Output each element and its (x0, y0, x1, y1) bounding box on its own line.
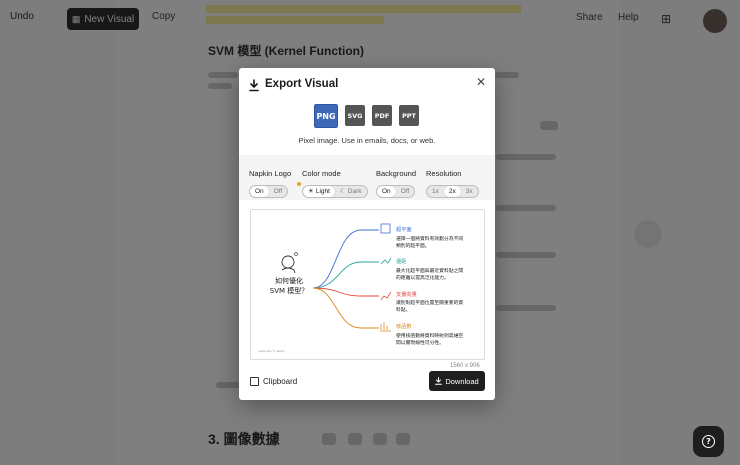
color-mode-toggle: ☀ Light ☾ Dark (302, 184, 368, 198)
color-mode-light-label: Light (315, 187, 330, 195)
color-mode-label: Color mode (302, 169, 341, 178)
branch-connector (312, 229, 379, 289)
branch-description: 選擇一個將資料有效劃分為不同 (396, 235, 463, 242)
branch-description: 料點。 (396, 306, 410, 313)
branch-description: 的距離以提高泛化能力。 (396, 274, 449, 281)
download-icon (249, 79, 259, 92)
color-mode-option: Color mode ☀ Light ☾ Dark (302, 169, 368, 198)
clipboard-icon (250, 376, 259, 386)
resolution-label: Resolution (426, 169, 462, 178)
branch-title: 邊距 (396, 257, 406, 265)
napkin-logo-on[interactable]: On (250, 186, 269, 197)
branch-description: 類別的超平面。 (396, 242, 430, 249)
format-selector: PNG SVG PDF PPT (313, 103, 419, 129)
color-mode-dark-label: Dark (347, 187, 362, 195)
resolution-selector: 1x 2x 3x (426, 185, 479, 198)
thinking-person-icon (281, 252, 298, 274)
export-dimensions: 1560 x 906 (450, 363, 480, 369)
color-mode-light[interactable]: ☀ Light (303, 185, 335, 197)
export-preview: 如何優化 SVM 模型？ 超平面 選擇一個將資料有效劃分為不同 類別的超平面。 … (250, 209, 485, 360)
napkin-logo-option: Napkin Logo On Off (249, 169, 301, 198)
download-button[interactable]: Download (429, 371, 485, 391)
resolution-3x[interactable]: 3x (461, 186, 478, 197)
pro-badge-icon (297, 182, 301, 186)
napkin-watermark: made with ✎ napkin (258, 349, 285, 353)
resolution-1x[interactable]: 1x (427, 186, 444, 197)
plane-icon (380, 223, 391, 234)
resolution-2x[interactable]: 2x (443, 186, 461, 197)
margin-icon (380, 257, 392, 265)
clipboard-button[interactable]: Clipboard (250, 375, 297, 387)
branch-title: 超平面 (396, 225, 412, 233)
download-icon (435, 377, 443, 385)
branch-description: 使用核函數將資料映射到高維空 (396, 332, 463, 339)
dialog-title: Export Visual (265, 78, 339, 90)
napkin-logo-toggle: On Off (249, 185, 289, 198)
question-icon: ? (702, 435, 715, 448)
format-description: Pixel image. Use in emails, docs, or web… (298, 136, 436, 145)
napkin-logo-off[interactable]: Off (269, 186, 288, 197)
background-label: Background (376, 169, 417, 178)
center-title-line2: SVM 模型？ (270, 286, 309, 295)
center-title-line1: 如何優化 (275, 276, 303, 285)
resolution-option: Resolution 1x 2x 3x (426, 169, 479, 198)
branch-title: 支援向量 (396, 290, 417, 298)
background-toggle: On Off (376, 185, 416, 198)
branch-title: 核函數 (396, 322, 412, 330)
background-on[interactable]: On (377, 186, 396, 197)
export-visual-dialog: Export Visual ✕ PNG SVG PDF PPT Pixel im… (239, 68, 495, 400)
branch-description: 最大化超平面與最近資料點之間 (396, 267, 463, 274)
background-option: Background On Off (376, 169, 416, 198)
bar-chart-icon (380, 322, 391, 332)
dialog-header: Export Visual ✕ (239, 68, 495, 104)
format-png-button[interactable]: PNG (313, 103, 339, 129)
export-options: Napkin Logo On Off Color mode ☀ Light ☾ Da… (239, 155, 495, 200)
clipboard-label: Clipboard (263, 376, 298, 386)
trend-icon (380, 291, 392, 301)
branch-connector (312, 287, 379, 297)
help-button[interactable]: ? (693, 426, 724, 457)
napkin-logo-label: Napkin Logo (249, 169, 292, 178)
download-label: Download (445, 376, 479, 386)
branch-description: 識別對超平面位置至關重要的資 (396, 299, 463, 306)
moon-icon: ☾ (339, 188, 346, 195)
format-svg-button[interactable]: SVG (345, 105, 365, 126)
background-off[interactable]: Off (396, 186, 415, 197)
mind-map-diagram: 如何優化 SVM 模型？ 超平面 選擇一個將資料有效劃分為不同 類別的超平面。 … (258, 223, 463, 353)
branch-description: 間以實現線性可分性。 (396, 339, 444, 346)
format-ppt-button[interactable]: PPT (399, 105, 419, 126)
close-icon[interactable]: ✕ (475, 76, 487, 88)
sun-icon: ☀ (308, 188, 314, 195)
color-mode-dark[interactable]: ☾ Dark (335, 186, 367, 197)
format-pdf-button[interactable]: PDF (372, 105, 392, 126)
